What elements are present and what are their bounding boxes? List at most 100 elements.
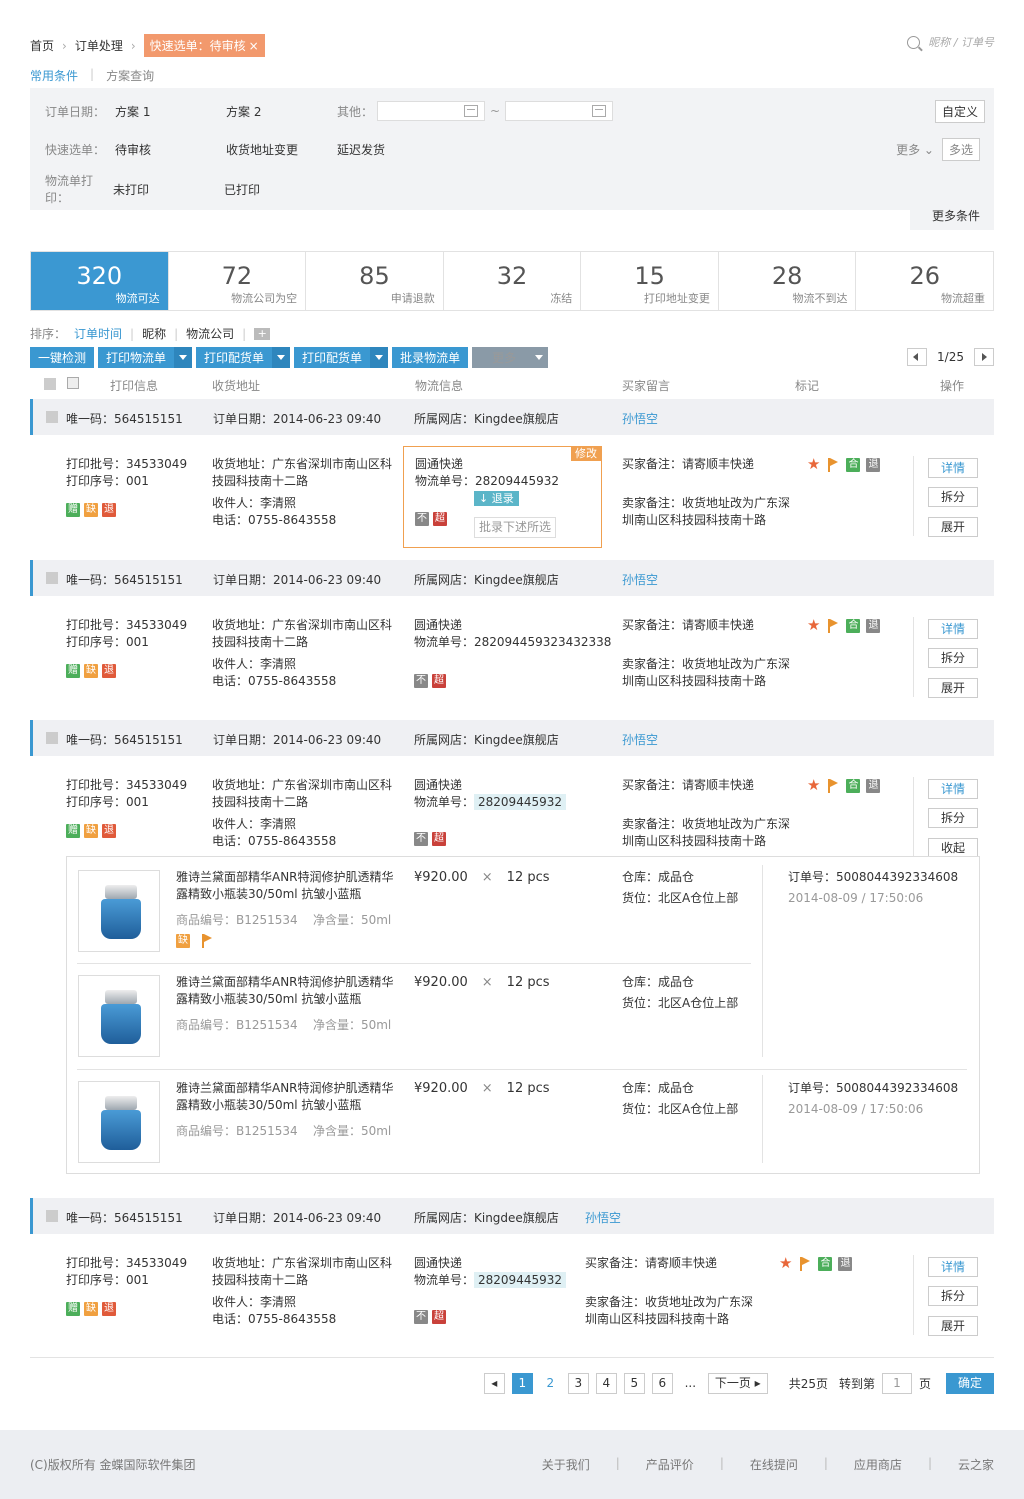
- copy-icon[interactable]: [67, 377, 79, 389]
- star-icon[interactable]: ★: [807, 777, 820, 794]
- batch-logistics-button[interactable]: 批录物流单: [392, 347, 469, 368]
- product-image[interactable]: [78, 1081, 160, 1163]
- stat-card[interactable]: 15 打印地址变更: [581, 252, 719, 310]
- more-dropdown[interactable]: 更多 ⌄: [896, 141, 934, 158]
- close-icon[interactable]: ×: [249, 39, 259, 53]
- page-1[interactable]: 1: [511, 1373, 533, 1394]
- stat-card[interactable]: 320 物流可达: [31, 252, 169, 310]
- product-image[interactable]: [78, 870, 160, 952]
- print-logistics-button[interactable]: 打印物流单: [98, 347, 193, 368]
- caret-down-icon[interactable]: [272, 347, 291, 368]
- sort-order-time[interactable]: 订单时间: [74, 325, 122, 342]
- expand-button[interactable]: 展开: [928, 517, 978, 537]
- sort-carrier[interactable]: 物流公司: [186, 325, 234, 342]
- search-input[interactable]: 昵称 / 订单号: [928, 34, 994, 50]
- refund-badge[interactable]: 退: [838, 1256, 853, 1271]
- page-3[interactable]: 3: [567, 1373, 589, 1394]
- detail-button[interactable]: 详情: [928, 458, 978, 478]
- confirm-button[interactable]: 确定: [946, 1373, 994, 1394]
- calendar-icon[interactable]: [464, 105, 478, 117]
- date-start-input[interactable]: [377, 101, 485, 121]
- search-icon[interactable]: [907, 35, 921, 49]
- stat-card[interactable]: 28 物流不到达: [719, 252, 857, 310]
- refund-badge[interactable]: 退: [866, 457, 881, 472]
- refund-badge[interactable]: 退: [866, 778, 881, 793]
- batch-fill-button[interactable]: 批录下述所选: [474, 517, 557, 538]
- star-icon[interactable]: ★: [807, 456, 820, 473]
- modify-button[interactable]: 修改: [571, 447, 601, 461]
- sort-nickname[interactable]: 昵称: [142, 325, 166, 342]
- split-button[interactable]: 拆分: [928, 808, 978, 828]
- expand-button[interactable]: 展开: [928, 1316, 978, 1336]
- star-icon[interactable]: ★: [779, 1255, 792, 1272]
- tab-plan[interactable]: 方案查询: [106, 67, 154, 84]
- footer-review[interactable]: 产品评价: [646, 1456, 694, 1473]
- select-all-checkbox[interactable]: [44, 378, 56, 390]
- tab-common[interactable]: 常用条件: [30, 67, 78, 84]
- merge-badge[interactable]: 合: [846, 457, 861, 472]
- filter-option[interactable]: 方案 2: [226, 103, 337, 120]
- more-conditions-button[interactable]: 更多条件: [909, 208, 994, 230]
- stat-card[interactable]: 72 物流公司为空: [169, 252, 307, 310]
- caret-down-icon[interactable]: [370, 347, 389, 368]
- more-button[interactable]: 更多: [472, 347, 549, 368]
- filter-option[interactable]: 待审核: [115, 141, 226, 158]
- page-4[interactable]: 4: [595, 1373, 617, 1394]
- prev-page-icon[interactable]: ◂: [483, 1373, 505, 1394]
- filter-option[interactable]: 已打印: [224, 181, 260, 198]
- product-image[interactable]: [78, 975, 160, 1057]
- filter-option[interactable]: 收货地址变更: [226, 141, 337, 158]
- print-pick-button[interactable]: 打印配货单: [196, 347, 291, 368]
- merge-badge[interactable]: 合: [846, 618, 861, 633]
- date-end-input[interactable]: [505, 101, 614, 121]
- unsubmit-button[interactable]: ↓ 退录: [474, 491, 519, 506]
- prev-page-icon[interactable]: [907, 348, 928, 366]
- buyer-link[interactable]: 孙悟空: [622, 731, 658, 748]
- refund-badge[interactable]: 退: [866, 618, 881, 633]
- next-page-button[interactable]: 下一页 ▸: [707, 1373, 768, 1394]
- stat-card[interactable]: 85 申请退款: [306, 252, 444, 310]
- order-checkbox[interactable]: [46, 411, 58, 423]
- stat-card[interactable]: 32 冻结: [444, 252, 582, 310]
- filter-option[interactable]: 延迟发货: [337, 141, 385, 158]
- breadcrumb-section[interactable]: 订单处理: [75, 37, 123, 54]
- page-6[interactable]: 6: [651, 1373, 673, 1394]
- stat-card[interactable]: 26 物流超重: [856, 252, 993, 310]
- flag-icon[interactable]: [828, 457, 839, 472]
- split-button[interactable]: 拆分: [928, 1286, 978, 1306]
- flag-icon[interactable]: [202, 934, 212, 948]
- flag-icon[interactable]: [800, 1256, 811, 1271]
- detail-button[interactable]: 详情: [928, 779, 978, 799]
- buyer-link[interactable]: 孙悟空: [585, 1209, 621, 1226]
- footer-ask[interactable]: 在线提问: [750, 1456, 798, 1473]
- order-checkbox[interactable]: [46, 732, 58, 744]
- calendar-icon[interactable]: [592, 105, 607, 117]
- page-5[interactable]: 5: [623, 1373, 645, 1394]
- filter-option[interactable]: 未打印: [113, 181, 224, 198]
- multi-select-button[interactable]: 多选: [941, 137, 980, 161]
- check-button[interactable]: 一键检测: [30, 347, 95, 368]
- expand-button[interactable]: 展开: [928, 678, 978, 698]
- print-pick-button-2[interactable]: 打印配货单: [294, 347, 389, 368]
- footer-cloud[interactable]: 云之家: [958, 1456, 994, 1473]
- split-button[interactable]: 拆分: [928, 648, 978, 668]
- merge-badge[interactable]: 合: [846, 778, 861, 793]
- star-icon[interactable]: ★: [807, 617, 820, 634]
- custom-button[interactable]: 自定义: [934, 99, 985, 123]
- goto-page-input[interactable]: 1: [881, 1373, 912, 1394]
- buyer-link[interactable]: 孙悟空: [622, 571, 658, 588]
- order-checkbox[interactable]: [46, 572, 58, 584]
- flag-icon[interactable]: [828, 618, 839, 633]
- footer-about[interactable]: 关于我们: [542, 1456, 590, 1473]
- order-checkbox[interactable]: [46, 1210, 58, 1222]
- flag-icon[interactable]: [828, 778, 839, 793]
- breadcrumb-home[interactable]: 首页: [30, 37, 54, 54]
- add-sort-icon[interactable]: +: [254, 327, 271, 340]
- detail-button[interactable]: 详情: [928, 619, 978, 639]
- caret-down-icon[interactable]: [530, 347, 549, 368]
- split-button[interactable]: 拆分: [928, 487, 978, 507]
- buyer-link[interactable]: 孙悟空: [622, 410, 658, 427]
- filter-option[interactable]: 方案 1: [115, 103, 226, 120]
- caret-down-icon[interactable]: [174, 347, 193, 368]
- detail-button[interactable]: 详情: [928, 1257, 978, 1277]
